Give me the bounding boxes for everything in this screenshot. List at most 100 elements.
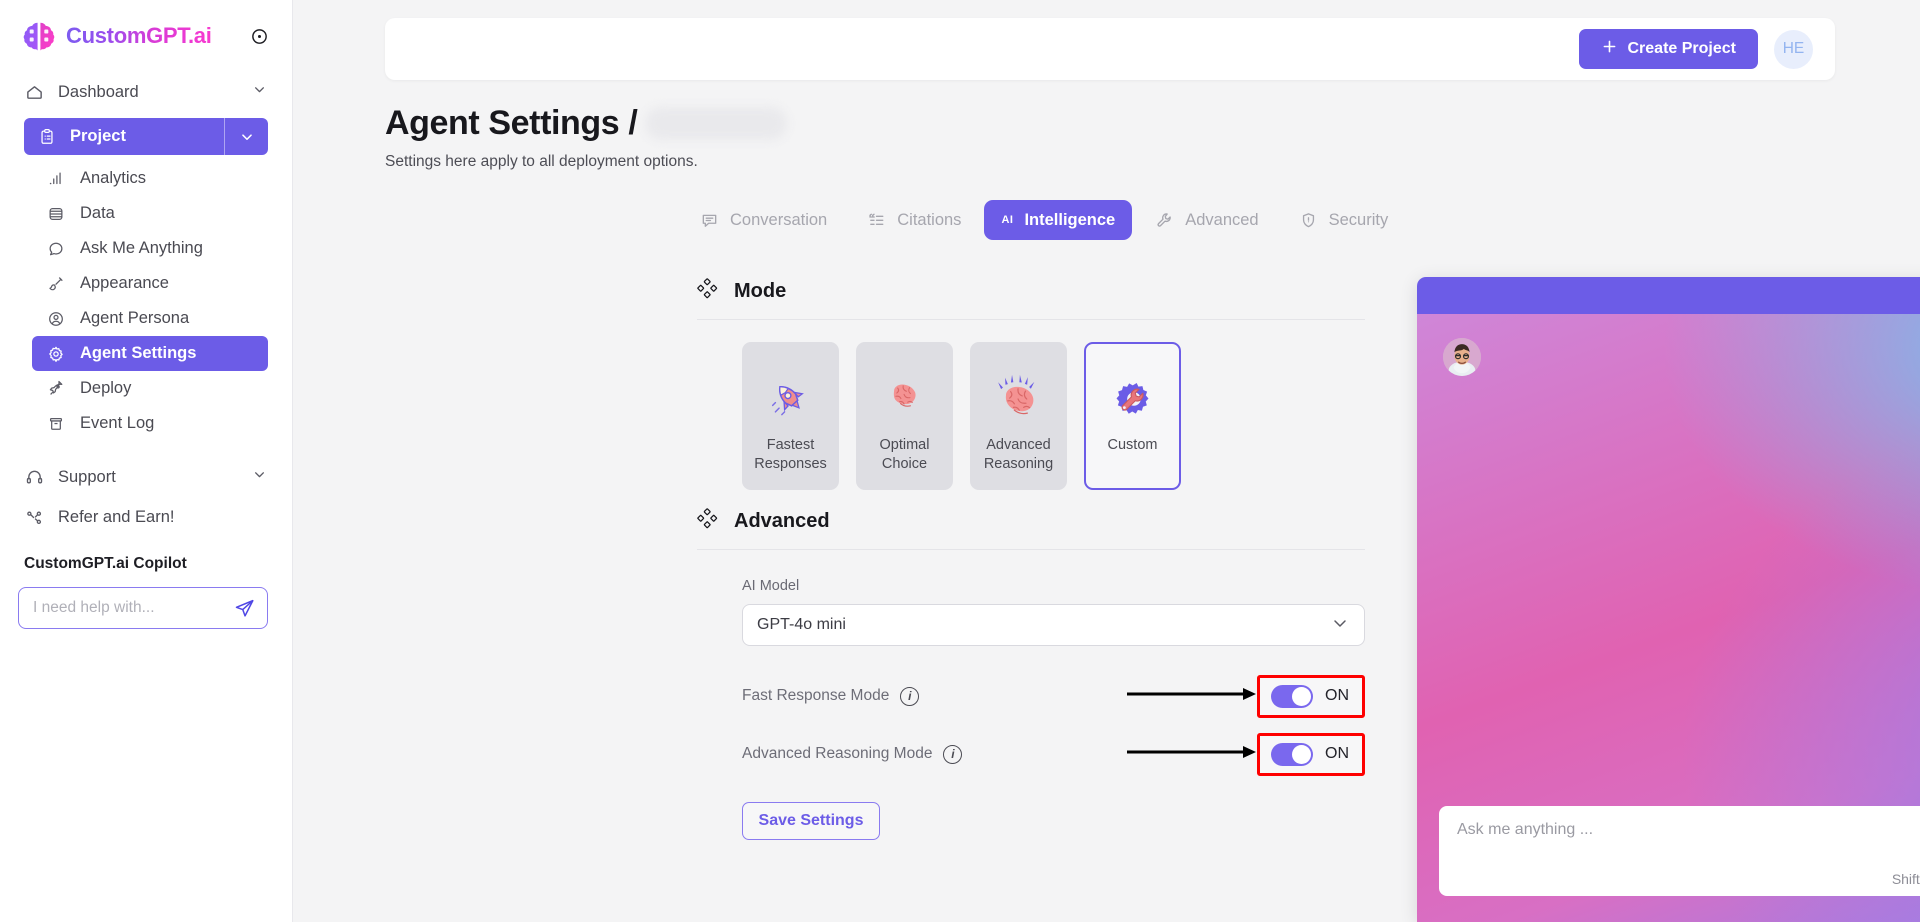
mode-card-label: Optimal Choice — [879, 437, 930, 472]
mode-card-label: Advanced Reasoning — [983, 437, 1054, 472]
toggle-label: Advanced Reasoning Mode — [742, 745, 933, 762]
tab-label: Conversation — [730, 210, 828, 229]
fast-response-mode-toggle[interactable] — [1271, 684, 1313, 708]
sidebar-item-agent-settings[interactable]: Agent Settings — [32, 336, 268, 371]
section-divider — [697, 319, 1365, 320]
mode-card-custom[interactable]: Custom — [1084, 342, 1181, 490]
mode-card-advanced-reasoning[interactable]: Advanced Reasoning — [970, 342, 1067, 490]
toggle-label: Fast Response Mode — [742, 687, 890, 704]
save-settings-button[interactable]: Save Settings — [742, 802, 880, 840]
chat-widget-header — [1417, 277, 1920, 314]
mode-card-label: Custom — [1107, 437, 1158, 453]
sidebar-item-label: Event Log — [80, 414, 155, 432]
tab-intelligence[interactable]: AI Intelligence — [984, 200, 1133, 240]
sidebar-item-project[interactable]: Project — [24, 118, 268, 155]
user-avatar[interactable]: HE — [1774, 29, 1813, 69]
mode-card-optimal-choice[interactable]: Optimal Choice — [856, 342, 953, 490]
tab-label: Security — [1328, 210, 1389, 229]
ai-model-select[interactable]: GPT-4o mini — [742, 604, 1365, 646]
bar-chart-icon — [46, 170, 66, 188]
copilot-input[interactable] — [33, 599, 234, 617]
home-icon — [24, 83, 44, 102]
tab-label: Advanced — [1185, 210, 1259, 229]
sidebar-item-label: Dashboard — [58, 82, 139, 101]
chat-widget: Ask me anything ... Shift + Enter to add… — [1417, 277, 1920, 922]
sidebar-item-support[interactable]: Support — [24, 457, 268, 497]
tab-label: Citations — [897, 210, 962, 229]
advanced-reasoning-mode-toggle[interactable] — [1271, 742, 1313, 766]
info-circle-icon[interactable]: i — [943, 744, 963, 764]
sidebar-item-refer-and-earn[interactable]: Refer and Earn! — [24, 497, 268, 537]
diamonds-icon — [697, 278, 718, 305]
target-dot-icon[interactable] — [248, 25, 270, 47]
tab-label: Intelligence — [1024, 210, 1116, 229]
send-paper-plane-icon[interactable] — [234, 598, 255, 619]
sidebar-item-label: Ask Me Anything — [80, 239, 203, 257]
sidebar-item-data[interactable]: Data — [32, 196, 268, 231]
project-chevron-down-icon[interactable] — [224, 118, 268, 155]
archive-icon — [46, 415, 66, 433]
settings-tabs: Conversation Citations AI Intelligence A… — [683, 200, 1405, 240]
ai-model-label: AI Model — [742, 578, 800, 594]
sidebar-item-event-log[interactable]: Event Log — [32, 406, 268, 441]
main-content: Create Project HE Agent Settings / Setti… — [293, 0, 1920, 922]
sidebar-item-deploy[interactable]: Deploy — [32, 371, 268, 406]
section-divider — [697, 549, 1365, 550]
tab-security[interactable]: Security — [1282, 200, 1406, 240]
copilot-input-wrap[interactable] — [18, 587, 268, 629]
create-project-button[interactable]: Create Project — [1578, 29, 1758, 69]
redacted-project-name — [645, 107, 788, 140]
advanced-reasoning-toggle-highlight: ON — [1257, 732, 1365, 776]
ai-badge-icon: AI — [1001, 214, 1014, 226]
fast-response-toggle-highlight: ON — [1257, 674, 1365, 718]
gear-wrench-emoji-icon — [1111, 372, 1155, 426]
chat-input-placeholder: Ask me anything ... — [1457, 821, 1594, 838]
tab-citations[interactable]: Citations — [850, 200, 978, 240]
arrow-right-annotation-icon — [1127, 686, 1257, 707]
chat-input-wrap[interactable]: Ask me anything ... Shift + Enter to add… — [1439, 806, 1920, 896]
headset-icon — [24, 468, 44, 487]
ai-model-value: GPT-4o mini — [757, 616, 846, 633]
toggle-knob — [1292, 686, 1311, 706]
sidebar-item-appearance[interactable]: Appearance — [32, 266, 268, 301]
sidebar-item-agent-persona[interactable]: Agent Persona — [32, 301, 268, 336]
chevron-down-icon — [251, 81, 268, 103]
annotation-group: ON — [1127, 674, 1365, 718]
tab-advanced[interactable]: Advanced — [1138, 200, 1275, 240]
sidebar-item-label: Deploy — [80, 379, 132, 397]
sidebar-item-analytics[interactable]: Analytics — [32, 161, 268, 196]
paintbrush-icon — [46, 275, 66, 293]
brain-sparks-emoji-icon — [993, 372, 1045, 426]
toggle-state-label: ON — [1325, 745, 1349, 762]
fast-response-mode-row: Fast Response Mode i ON — [742, 674, 1365, 718]
sidebar-item-label: Appearance — [80, 274, 169, 292]
brand-row: CustomGPT.ai — [0, 0, 292, 72]
mode-card-fastest-responses[interactable]: Fastest Responses — [742, 342, 839, 490]
user-circle-icon — [46, 310, 66, 328]
sidebar-item-label: Support — [58, 467, 116, 486]
rocket-icon — [46, 380, 66, 398]
mode-card-list: Fastest Responses Optimal Choice Advance… — [697, 342, 1365, 490]
page-title-text: Agent Settings / — [385, 104, 638, 142]
tab-conversation[interactable]: Conversation — [683, 200, 844, 240]
sidebar-item-label: Refer and Earn! — [58, 507, 175, 526]
sidebar-item-dashboard[interactable]: Dashboard — [24, 72, 268, 112]
mode-section-header: Mode — [697, 278, 1365, 305]
sidebar-item-ask-me-anything[interactable]: Ask Me Anything — [32, 231, 268, 266]
sidebar-item-label: Data — [80, 204, 115, 222]
chevron-down-icon — [1330, 613, 1350, 638]
page-header: Agent Settings / Settings here apply to … — [385, 104, 788, 171]
brand-name: CustomGPT.ai — [66, 23, 212, 48]
brain-logo-icon — [20, 17, 58, 55]
rocket-emoji-icon — [769, 372, 813, 426]
diamonds-icon — [697, 508, 718, 535]
sidebar-project-label: Project — [70, 127, 126, 145]
chat-widget-body: Ask me anything ... Shift + Enter to add… — [1417, 314, 1920, 922]
sidebar-nav: Dashboard Project Analytics Data Ask Me … — [0, 72, 292, 537]
sidebar: CustomGPT.ai Dashboard Project Analytics… — [0, 0, 293, 922]
chevron-down-icon — [251, 466, 268, 488]
info-circle-icon[interactable]: i — [900, 686, 920, 706]
advanced-section: Advanced AI Model GPT-4o mini Fast Respo… — [697, 508, 1365, 840]
share-nodes-icon — [24, 508, 44, 527]
arrow-right-annotation-icon — [1127, 744, 1257, 765]
